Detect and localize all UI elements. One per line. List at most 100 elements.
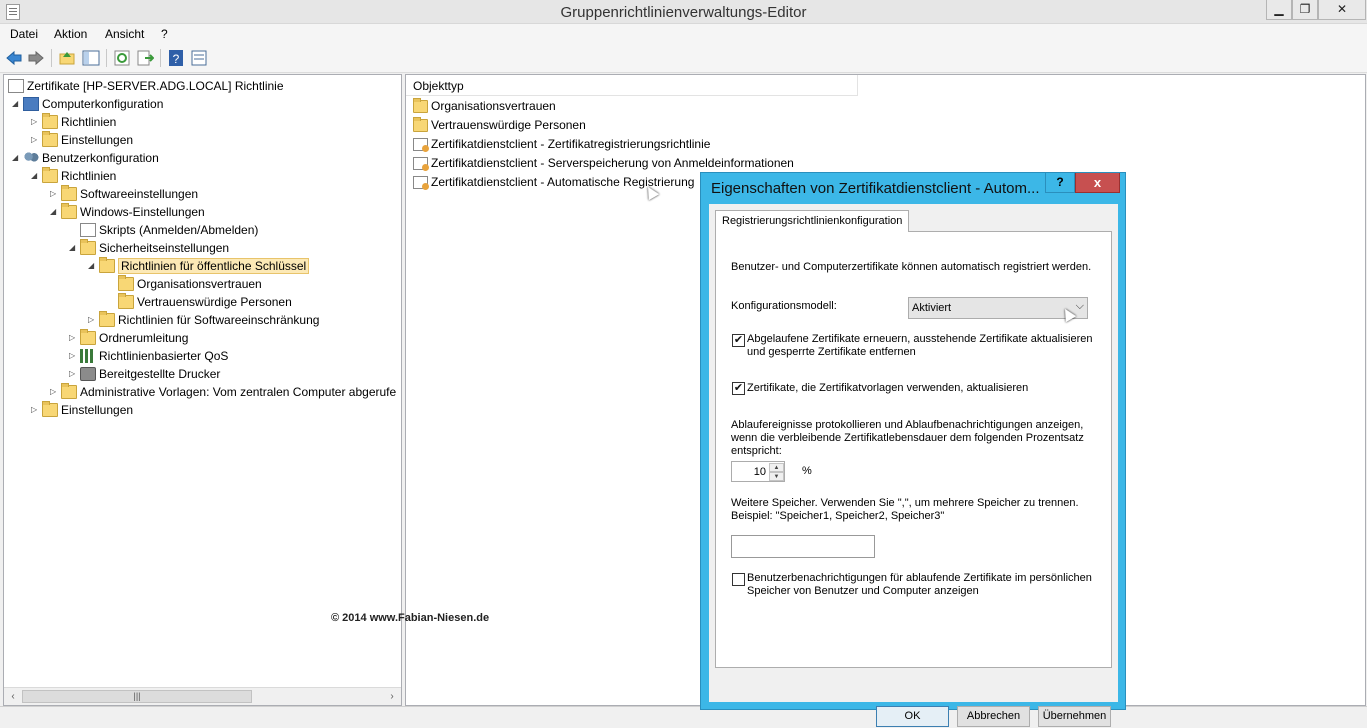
percentage-stepper[interactable]: 10 ▲ ▼: [731, 461, 785, 482]
tree-item-computer-config[interactable]: ◢ Computerkonfiguration: [12, 95, 163, 113]
window-title-bar: Gruppenrichtlinienverwaltungs-Editor ▁ ❐…: [0, 0, 1367, 24]
tree-item-scripts[interactable]: Skripts (Anmelden/Abmelden): [69, 221, 258, 239]
list-item[interactable]: Zertifikatdienstclient - Zertifikatregis…: [411, 135, 710, 154]
column-header-objekttyp[interactable]: Objekttyp: [406, 75, 858, 96]
tree-item-einstellungen[interactable]: ▷ Einstellungen: [31, 401, 133, 419]
dialog-close-button[interactable]: x: [1075, 173, 1120, 193]
collapse-arrow-icon[interactable]: ◢: [88, 257, 96, 275]
expand-arrow-icon[interactable]: ▷: [31, 113, 39, 131]
folder-icon: [42, 167, 58, 183]
expiry-description: Ablaufereignisse protokollieren und Abla…: [731, 419, 1084, 457]
tree-item-admin-templates[interactable]: ▷ Administrative Vorlagen: Vom zentralen …: [50, 383, 396, 401]
window-title: Gruppenrichtlinienverwaltungs-Editor: [560, 4, 807, 21]
tree-horizontal-scrollbar[interactable]: ‹ ||| ›: [4, 687, 401, 705]
apply-button[interactable]: Übernehmen: [1038, 706, 1111, 727]
user-notification-checkbox[interactable]: [732, 573, 745, 586]
dialog-title: Eigenschaften von Zertifikatdienstclient…: [711, 180, 1040, 197]
collapse-arrow-icon[interactable]: ◢: [12, 95, 20, 113]
tree-item-folder-redirection[interactable]: ▷ Ordnerumleitung: [69, 329, 188, 347]
properties-dialog: Eigenschaften von Zertifikatdienstclient…: [700, 172, 1126, 727]
policy-document-icon: [8, 79, 24, 93]
update-templates-checkbox[interactable]: ✔: [732, 382, 745, 395]
export-list-icon[interactable]: [136, 49, 154, 67]
list-item[interactable]: Organisationsvertrauen: [411, 97, 556, 116]
show-hide-tree-icon[interactable]: [82, 49, 100, 67]
menu-help[interactable]: ?: [161, 27, 168, 41]
status-bar: [0, 706, 1367, 728]
forward-arrow-icon[interactable]: [27, 49, 45, 67]
folder-icon: [42, 113, 58, 129]
tree-item-einstellungen[interactable]: ▷ Einstellungen: [31, 131, 133, 149]
tree-item-software-settings[interactable]: ▷ Softwareeinstellungen: [50, 185, 198, 203]
minimize-button[interactable]: ▁: [1266, 0, 1292, 20]
intro-text: Benutzer- und Computerzertifikate können…: [731, 261, 1092, 273]
stores-description: Weitere Speicher. Verwenden Sie ",", um …: [731, 497, 1079, 522]
tree-item-security-settings[interactable]: ◢ Sicherheitseinstellungen: [69, 239, 229, 257]
folder-icon: [413, 98, 428, 113]
collapse-arrow-icon[interactable]: ◢: [12, 149, 20, 167]
restore-button[interactable]: ❐: [1292, 0, 1318, 20]
folder-icon: [80, 239, 96, 255]
renew-expired-label: Abgelaufene Zertifikate erneuern, ausste…: [747, 333, 1093, 358]
toolbar-separator: [51, 49, 52, 67]
tree-item-trusted-people[interactable]: Vertrauenswürdige Personen: [107, 293, 292, 311]
folder-icon: [80, 329, 96, 345]
expand-arrow-icon[interactable]: ▷: [69, 365, 77, 383]
cancel-button[interactable]: Abbrechen: [957, 706, 1030, 727]
tree-item-root[interactable]: Zertifikate [HP-SERVER.ADG.LOCAL] Richtl…: [6, 77, 284, 95]
collapse-arrow-icon[interactable]: ◢: [50, 203, 58, 221]
list-item[interactable]: Zertifikatdienstclient - Serverspeicheru…: [411, 154, 794, 173]
copyright-watermark: © 2014 www.Fabian-Niesen.de: [331, 612, 490, 624]
chevron-down-icon: ⌵: [1075, 300, 1084, 312]
menu-aktion[interactable]: Aktion: [54, 27, 87, 41]
tree-item-richtlinien[interactable]: ◢ Richtlinien: [31, 167, 116, 185]
tree-item-windows-settings[interactable]: ◢ Windows-Einstellungen: [50, 203, 205, 221]
tab-panel: Benutzer- und Computerzertifikate können…: [715, 231, 1112, 668]
configuration-model-select[interactable]: Aktiviert ⌵: [908, 297, 1088, 319]
folder-icon: [99, 257, 115, 273]
collapse-arrow-icon[interactable]: ◢: [69, 239, 77, 257]
tree-item-user-config[interactable]: ◢ Benutzerkonfiguration: [12, 149, 159, 167]
users-icon: [23, 151, 39, 165]
help-icon[interactable]: ?: [167, 49, 185, 67]
properties-icon[interactable]: [190, 49, 208, 67]
tree-item-printers[interactable]: ▷ Bereitgestellte Drucker: [69, 365, 220, 383]
expand-arrow-icon[interactable]: ▷: [88, 311, 96, 329]
tree-item-public-key-policies[interactable]: ◢ Richtlinien für öffentliche Schlüssel: [88, 257, 310, 275]
ok-button[interactable]: OK: [876, 706, 949, 727]
folder-icon: [42, 401, 58, 417]
percent-unit: %: [802, 465, 812, 477]
spin-up-icon[interactable]: ▲: [769, 463, 784, 472]
list-item[interactable]: Vertrauenswürdige Personen: [411, 116, 586, 135]
refresh-icon[interactable]: [113, 49, 131, 67]
expand-arrow-icon[interactable]: ▷: [69, 329, 77, 347]
scrollbar-thumb[interactable]: |||: [22, 690, 252, 703]
model-label: Konfigurationsmodell:: [731, 300, 837, 312]
scroll-right-arrow-icon[interactable]: ›: [385, 690, 399, 704]
menu-datei[interactable]: Datei: [10, 27, 38, 41]
menu-ansicht[interactable]: Ansicht: [105, 27, 144, 41]
tree-item-qos[interactable]: ▷ Richtlinienbasierter QoS: [69, 347, 228, 365]
expand-arrow-icon[interactable]: ▷: [31, 401, 39, 419]
up-folder-icon[interactable]: [58, 49, 76, 67]
spin-down-icon[interactable]: ▼: [769, 472, 784, 481]
certificate-policy-icon: [413, 176, 429, 190]
scroll-left-arrow-icon[interactable]: ‹: [6, 690, 20, 704]
expand-arrow-icon[interactable]: ▷: [69, 347, 77, 365]
close-button[interactable]: ✕: [1318, 0, 1366, 20]
renew-expired-checkbox[interactable]: ✔: [732, 334, 745, 347]
tree-item-org-trust[interactable]: Organisationsvertrauen: [107, 275, 262, 293]
additional-stores-input[interactable]: [731, 535, 875, 558]
expand-arrow-icon[interactable]: ▷: [31, 131, 39, 149]
tree-item-richtlinien[interactable]: ▷ Richtlinien: [31, 113, 116, 131]
tab-enrollment-policy[interactable]: Registrierungsrichtlinienkonfiguration: [715, 210, 910, 232]
collapse-arrow-icon[interactable]: ◢: [31, 167, 39, 185]
tree-item-software-restriction[interactable]: ▷ Richtlinien für Softwareeinschränkung: [88, 311, 319, 329]
folder-icon: [61, 185, 77, 201]
expand-arrow-icon[interactable]: ▷: [50, 185, 58, 203]
expand-arrow-icon[interactable]: ▷: [50, 383, 58, 401]
back-arrow-icon[interactable]: [5, 49, 23, 67]
dialog-body: Registrierungsrichtlinienkonfiguration B…: [709, 204, 1118, 727]
folder-icon: [99, 311, 115, 327]
dialog-help-button[interactable]: ?: [1045, 173, 1075, 193]
